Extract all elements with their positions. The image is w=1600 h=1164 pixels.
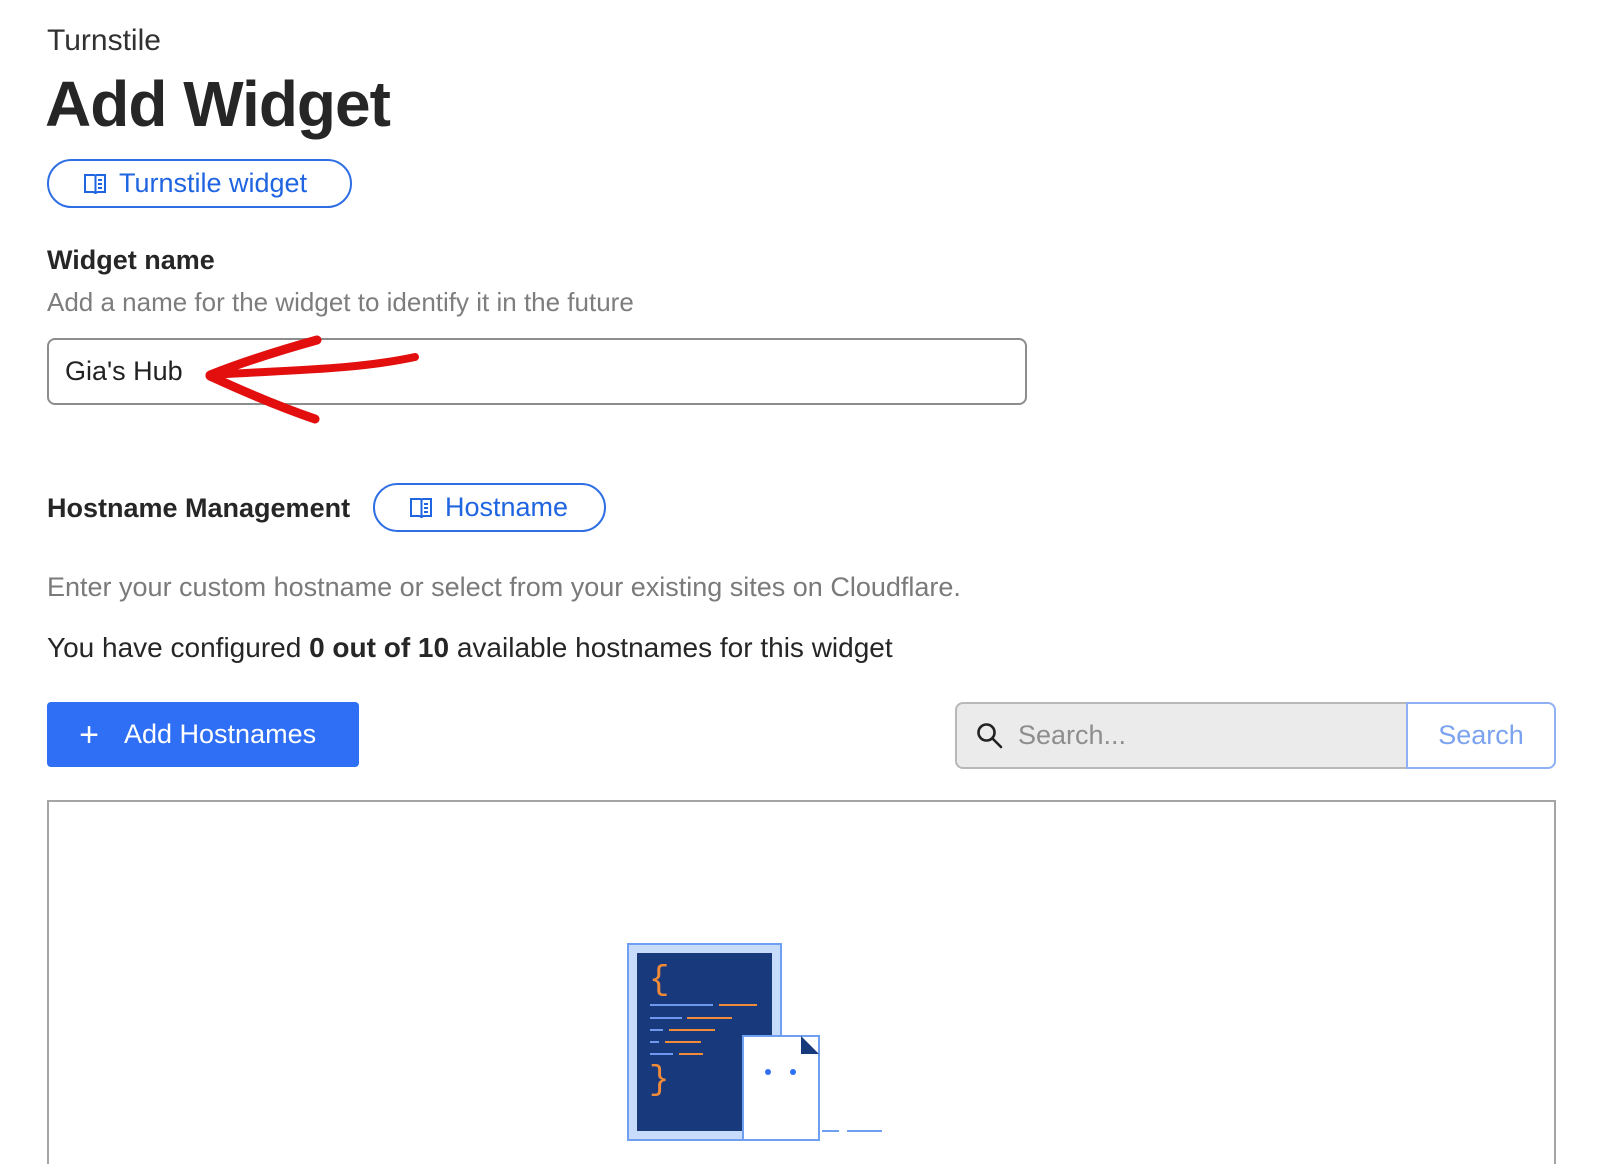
- configured-hostname-count: 0 out of 10: [309, 632, 450, 663]
- breadcrumb: Turnstile: [47, 24, 161, 57]
- config-prefix-text: You have configured: [47, 632, 310, 663]
- hostname-management-label: Hostname Management: [47, 493, 351, 523]
- hostname-docs-link[interactable]: Hostname: [373, 483, 606, 532]
- hostname-search-box: [955, 702, 1407, 769]
- code-document-illustration: { }: [627, 943, 882, 1141]
- hostname-description: Enter your custom hostname or select fro…: [47, 572, 961, 602]
- book-open-icon: [84, 173, 106, 194]
- hostname-docs-label: Hostname: [445, 492, 569, 522]
- add-widget-page: Turnstile Add Widget Turnstile widget Wi…: [0, 0, 1600, 1164]
- plus-icon: +: [79, 715, 99, 754]
- hostname-results-panel: { }: [47, 800, 1556, 1164]
- config-suffix-text: available hostnames for this widget: [449, 632, 893, 663]
- search-icon: [977, 723, 1003, 749]
- search-button[interactable]: Search: [1406, 702, 1556, 769]
- turnstile-widget-docs-label: Turnstile widget: [119, 168, 308, 198]
- widget-name-helper: Add a name for the widget to identify it…: [47, 287, 634, 317]
- widget-name-input[interactable]: [47, 338, 1027, 405]
- svg-text:}: }: [649, 1062, 669, 1100]
- add-hostnames-label: Add Hostnames: [124, 719, 317, 749]
- page-title: Add Widget: [45, 68, 391, 140]
- svg-text:{: {: [649, 962, 669, 1000]
- turnstile-widget-docs-link[interactable]: Turnstile widget: [47, 159, 352, 208]
- add-hostnames-button[interactable]: + Add Hostnames: [47, 702, 359, 767]
- widget-name-label: Widget name: [47, 245, 215, 275]
- hostname-configuration-status: You have configured 0 out of 10 availabl…: [47, 631, 893, 665]
- hostname-search-input[interactable]: [1016, 709, 1390, 762]
- book-open-icon: [410, 497, 432, 518]
